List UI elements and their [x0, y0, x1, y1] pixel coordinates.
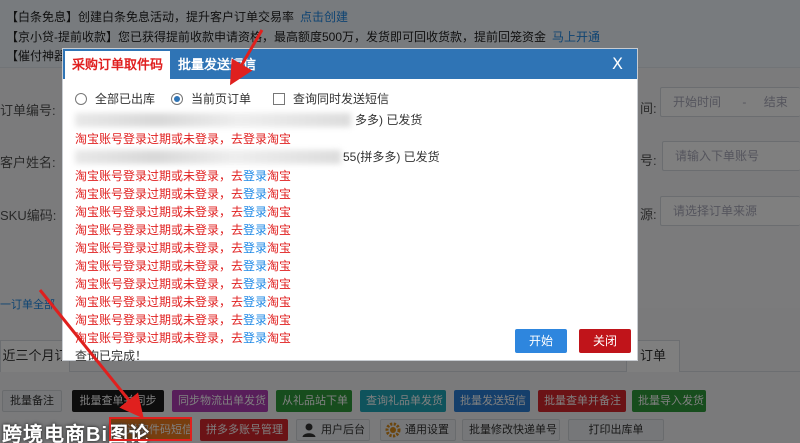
log-error-suffix: 淘宝 — [267, 331, 292, 345]
log-line-text: 淘宝账号登录过期或未登录，去登录淘宝 — [75, 132, 292, 146]
log-error-suffix: 淘宝 — [267, 259, 292, 273]
log-line-done: 查询已完成！ — [75, 349, 148, 363]
tab-batch-sms[interactable]: 批量发送短信 — [171, 51, 263, 79]
log-error-text: 淘宝账号登录过期或未登录，去 — [75, 241, 244, 255]
checkbox-send-sms[interactable] — [273, 93, 285, 105]
login-link[interactable]: 登录 — [243, 205, 267, 219]
log-error-text: 淘宝账号登录过期或未登录，去 — [75, 223, 244, 237]
log-error-text: 淘宝账号登录过期或未登录，去 — [75, 277, 244, 291]
log-error-suffix: 淘宝 — [267, 277, 292, 291]
log-line-error: 淘宝账号登录过期或未登录，去登录淘宝 — [75, 239, 291, 257]
log-line-error: 淘宝账号登录过期或未登录，去登录淘宝 — [75, 167, 291, 185]
log-error-suffix: 淘宝 — [267, 205, 292, 219]
log-error-suffix: 淘宝 — [267, 313, 292, 327]
log-line-error: 淘宝账号登录过期或未登录，去登录淘宝 — [75, 203, 291, 221]
log-line-error: 淘宝账号登录过期或未登录，去登录淘宝 — [75, 130, 291, 148]
option-all-shipped-label: 全部已出库 — [95, 92, 156, 106]
login-link[interactable]: 登录 — [243, 223, 267, 237]
log-line-error: 淘宝账号登录过期或未登录，去登录淘宝 — [75, 257, 291, 275]
log-line-error: 淘宝账号登录过期或未登录，去登录淘宝 — [75, 329, 291, 347]
log-error-text: 淘宝账号登录过期或未登录，去 — [75, 331, 244, 345]
log-line-error: 淘宝账号登录过期或未登录，去登录淘宝 — [75, 185, 291, 203]
close-button[interactable]: 关闭 — [579, 329, 631, 353]
log-error-text: 淘宝账号登录过期或未登录，去 — [75, 169, 244, 183]
radio-all-shipped[interactable] — [75, 93, 87, 105]
login-link[interactable]: 登录 — [243, 241, 267, 255]
log-line-error: 淘宝账号登录过期或未登录，去登录淘宝 — [75, 293, 291, 311]
log-error-text: 淘宝账号登录过期或未登录，去 — [75, 295, 244, 309]
log-line-error: 淘宝账号登录过期或未登录，去登录淘宝 — [75, 311, 291, 329]
blurred-region — [75, 150, 341, 164]
log-error-suffix: 淘宝 — [267, 223, 292, 237]
login-link[interactable]: 登录 — [243, 187, 267, 201]
login-link[interactable]: 登录 — [243, 313, 267, 327]
log-error-text: 淘宝账号登录过期或未登录，去 — [75, 187, 244, 201]
login-link[interactable]: 登录 — [243, 331, 267, 345]
login-link[interactable]: 登录 — [243, 259, 267, 273]
log-line-text: 55(拼多多) 已发货 — [343, 150, 440, 164]
option-current-page-label: 当前页订单 — [191, 92, 252, 106]
option-send-sms-label: 查询同时发送短信 — [293, 92, 390, 106]
tab-purchase-pickup-code[interactable]: 采购订单取件码 — [65, 51, 171, 79]
log-error-text: 淘宝账号登录过期或未登录，去 — [75, 205, 244, 219]
start-button[interactable]: 开始 — [515, 329, 567, 353]
log-error-suffix: 淘宝 — [267, 169, 292, 183]
pickup-code-dialog: 采购订单取件码 批量发送短信 X 全部已出库 当前页订单 查询同时发送短信 多多… — [62, 48, 638, 363]
dialog-header: 采购订单取件码 批量发送短信 X — [63, 49, 637, 79]
log-error-suffix: 淘宝 — [267, 295, 292, 309]
log-error-suffix: 淘宝 — [267, 187, 292, 201]
login-link[interactable]: 登录 — [243, 295, 267, 309]
radio-current-page[interactable] — [171, 93, 183, 105]
login-link[interactable]: 登录 — [243, 277, 267, 291]
log-line-text: 多多) 已发货 — [355, 113, 423, 127]
close-icon[interactable]: X — [612, 55, 623, 73]
log-error-text: 淘宝账号登录过期或未登录，去 — [75, 259, 244, 273]
blurred-region — [75, 113, 351, 127]
log-error-suffix: 淘宝 — [267, 241, 292, 255]
log-error-text: 淘宝账号登录过期或未登录，去 — [75, 313, 244, 327]
log-line-error: 淘宝账号登录过期或未登录，去登录淘宝 — [75, 275, 291, 293]
log-line-error: 淘宝账号登录过期或未登录，去登录淘宝 — [75, 221, 291, 239]
login-link[interactable]: 登录 — [243, 169, 267, 183]
highlight-box — [109, 417, 192, 441]
